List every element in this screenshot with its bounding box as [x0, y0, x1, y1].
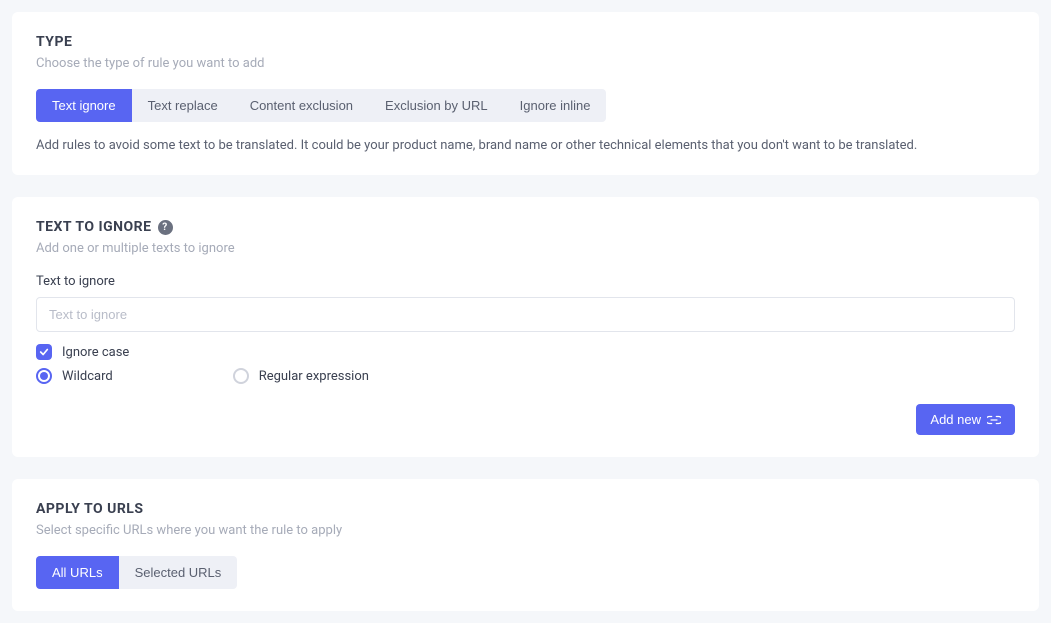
action-row: Add new [36, 404, 1015, 435]
options-row: Ignore case Wildcard Regular expression [36, 344, 1015, 392]
tab-ignore-inline[interactable]: Ignore inline [504, 89, 607, 122]
regex-radio-row[interactable]: Regular expression [233, 368, 369, 384]
apply-urls-subtitle: Select specific URLs where you want the … [36, 523, 1015, 538]
apply-urls-title: APPLY TO URLS [36, 501, 1015, 517]
wildcard-radio-row[interactable]: Wildcard [36, 368, 113, 384]
tab-exclusion-by-url[interactable]: Exclusion by URL [369, 89, 504, 122]
apply-urls-card: APPLY TO URLS Select specific URLs where… [12, 479, 1039, 611]
tab-text-ignore[interactable]: Text ignore [36, 89, 132, 122]
text-to-ignore-title: TEXT TO IGNORE ? [36, 219, 1015, 235]
ignore-case-checkbox-row[interactable]: Ignore case [36, 344, 1015, 360]
text-to-ignore-field-label: Text to ignore [36, 274, 1015, 289]
text-to-ignore-title-text: TEXT TO IGNORE [36, 219, 152, 235]
radio-unselected-icon [233, 368, 249, 384]
check-icon [36, 344, 52, 360]
type-tabs: Text ignore Text replace Content exclusi… [36, 89, 1015, 122]
text-to-ignore-input[interactable] [36, 297, 1015, 332]
tab-text-replace[interactable]: Text replace [132, 89, 234, 122]
tab-content-exclusion[interactable]: Content exclusion [234, 89, 369, 122]
text-to-ignore-card: TEXT TO IGNORE ? Add one or multiple tex… [12, 197, 1039, 457]
link-icon [987, 415, 1001, 425]
text-to-ignore-subtitle: Add one or multiple texts to ignore [36, 241, 1015, 256]
type-description: Add rules to avoid some text to be trans… [36, 138, 1015, 153]
wildcard-label: Wildcard [62, 369, 113, 384]
match-mode-radio-group: Wildcard Regular expression [36, 368, 1015, 392]
ignore-case-label: Ignore case [62, 345, 129, 360]
add-new-button[interactable]: Add new [916, 404, 1015, 435]
type-subtitle: Choose the type of rule you want to add [36, 56, 1015, 71]
type-card: TYPE Choose the type of rule you want to… [12, 12, 1039, 175]
regex-label: Regular expression [259, 369, 369, 384]
radio-selected-icon [36, 368, 52, 384]
add-new-label: Add new [930, 412, 981, 427]
help-icon[interactable]: ? [158, 220, 173, 235]
type-title: TYPE [36, 34, 1015, 50]
